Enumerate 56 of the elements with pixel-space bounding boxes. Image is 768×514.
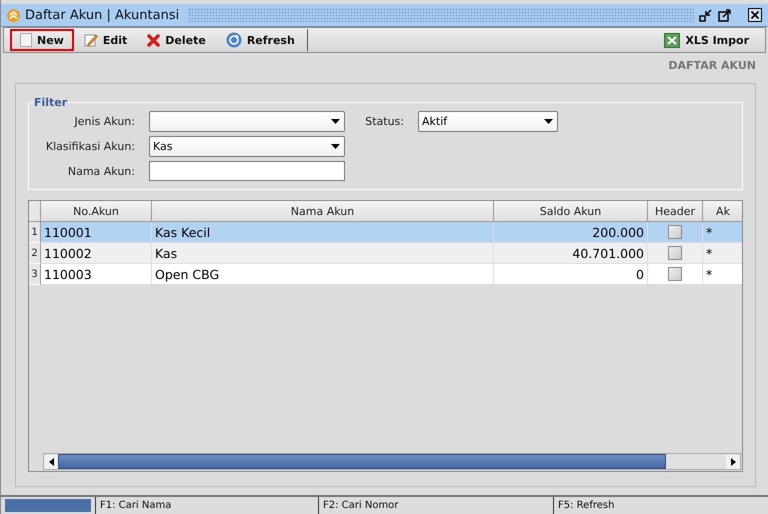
minimize-icon[interactable] — [699, 8, 713, 22]
filter-legend: Filter — [33, 96, 68, 109]
table-cell: Kas Kecil — [152, 222, 494, 242]
import-button[interactable]: XLS Impor — [654, 29, 759, 51]
nama-akun-field[interactable] — [149, 161, 345, 181]
blank-page-icon — [20, 33, 32, 47]
dropdown-arrow-icon — [544, 119, 553, 124]
status-hint: F1: Cari Nama — [95, 497, 318, 514]
delete-button[interactable]: Delete — [137, 29, 216, 51]
scroll-left-icon[interactable] — [48, 458, 54, 466]
column-header[interactable]: Header — [648, 201, 703, 222]
table-cell: 200.000 — [494, 222, 648, 242]
column-header[interactable]: No.Akun — [41, 201, 152, 222]
table-cell: 110003 — [41, 264, 152, 284]
edit-button[interactable]: Edit — [74, 29, 138, 51]
refresh-button[interactable]: Refresh — [216, 29, 305, 51]
table-cell: Kas — [152, 243, 494, 263]
field-label: Nama Akun: — [66, 164, 136, 178]
header-checkbox[interactable] — [668, 225, 682, 239]
table-cell: * — [703, 264, 742, 284]
scroll-right-icon[interactable] — [730, 458, 736, 466]
close-icon[interactable] — [748, 8, 762, 22]
field-label: Klasifikasi Akun: — [44, 140, 136, 153]
dropdown-arrow-icon — [331, 144, 340, 149]
status-dropdown[interactable]: Aktif — [418, 111, 558, 132]
column-header[interactable]: Saldo Akun — [494, 201, 648, 222]
klasifikasi-dropdown[interactable]: Kas — [149, 136, 345, 157]
table-cell: 110002 — [41, 243, 152, 263]
table-cell: Open CBG — [152, 264, 494, 284]
status-hint: F2: Cari Nomor — [318, 497, 553, 514]
header-checkbox[interactable] — [668, 246, 682, 260]
field-label: Status: — [364, 115, 405, 128]
row-number: 2 — [29, 243, 41, 264]
delete-icon — [147, 34, 160, 46]
app-logo-icon — [7, 8, 20, 22]
column-header[interactable]: Nama Akun — [152, 201, 494, 222]
table-cell: 40.701.000 — [494, 243, 648, 263]
status-hint: F5: Refresh — [553, 497, 614, 514]
new-button[interactable]: New — [10, 29, 74, 51]
table-cell: * — [703, 222, 742, 242]
jenis-akun-dropdown[interactable] — [149, 111, 345, 132]
table-cell: 110001 — [41, 222, 152, 242]
table-cell: * — [703, 243, 742, 263]
pencil-page-icon — [84, 33, 98, 47]
row-number: 3 — [29, 264, 41, 285]
refresh-icon — [226, 32, 242, 48]
row-number: 1 — [29, 222, 41, 243]
maximize-icon[interactable] — [718, 8, 732, 22]
page-heading: DAFTAR AKUN — [667, 58, 757, 74]
table-cell: 0 — [494, 264, 648, 284]
column-header[interactable]: Ak — [703, 201, 742, 222]
header-checkbox[interactable] — [668, 267, 682, 281]
spreadsheet-icon — [664, 32, 680, 48]
horizontal-scrollbar[interactable] — [43, 453, 741, 470]
dropdown-arrow-icon — [331, 119, 340, 124]
field-label: Jenis Akun: — [73, 115, 136, 128]
